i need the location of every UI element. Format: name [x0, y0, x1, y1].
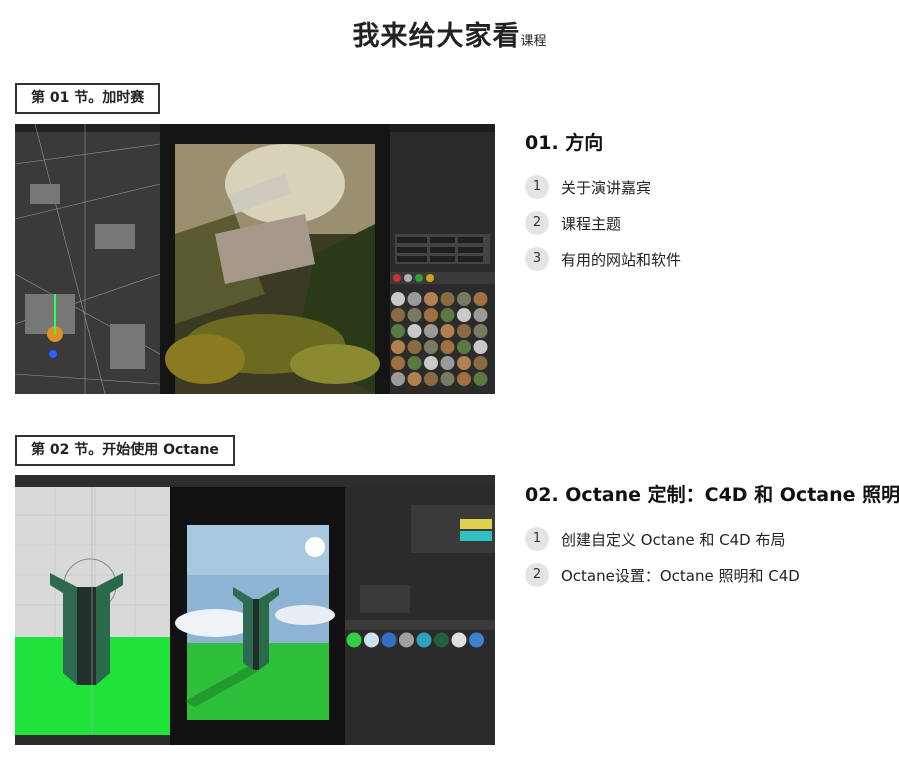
material-ball-thumbnail: [440, 324, 455, 338]
material-ball-thumbnail: [457, 356, 471, 370]
page-title-sub: 课程: [520, 34, 547, 49]
material-ball-thumbnail: [469, 632, 484, 648]
section-02-info: 02. Octane 定制：C4D 和 Octane 照明 1 创建自定义 Oc…: [525, 480, 899, 593]
material-ball-thumbnail: [424, 308, 438, 322]
list-item: 3 有用的网站和软件: [525, 241, 885, 277]
item-label: 有用的网站和软件: [561, 250, 682, 269]
material-ball-thumbnail: [457, 324, 471, 338]
material-ball-thumbnail: [391, 324, 405, 338]
material-ball-thumbnail: [440, 340, 455, 354]
material-ball-thumbnail: [457, 340, 471, 354]
material-ball-thumbnail: [407, 356, 422, 370]
material-ball-thumbnail: [407, 372, 422, 386]
item-number-badge: 1: [525, 175, 549, 199]
material-ball-thumbnail: [457, 308, 471, 322]
item-label: Octane设置：Octane 照明和 C4D: [561, 566, 800, 585]
item-label: 创建自定义 Octane 和 C4D 布局: [561, 530, 786, 549]
section-tag-02: 第 02 节。开始使用 Octane: [15, 435, 235, 466]
material-ball-thumbnail: [407, 292, 422, 306]
item-label: 关于演讲嘉宾: [561, 178, 652, 197]
item-label: 课程主题: [561, 214, 622, 233]
item-number-badge: 2: [525, 211, 549, 235]
material-ball-thumbnail: [424, 324, 438, 338]
section-01-screenshot: [15, 124, 495, 394]
material-ball-thumbnail: [391, 356, 405, 370]
material-ball-thumbnail: [473, 356, 488, 370]
material-ball-thumbnail: [457, 372, 471, 386]
item-number-badge: 2: [525, 563, 549, 587]
material-ball-thumbnail: [391, 308, 405, 322]
material-ball-thumbnail: [473, 324, 488, 338]
list-item: 1 创建自定义 Octane 和 C4D 布局: [525, 521, 885, 557]
material-ball-thumbnail: [473, 308, 488, 322]
material-ball-thumbnail: [391, 292, 405, 306]
material-ball-thumbnail: [407, 340, 422, 354]
section-01-heading: 01. 方向: [525, 132, 604, 154]
material-ball-thumbnail: [407, 308, 422, 322]
section-02-screenshot: [15, 475, 495, 745]
material-ball-thumbnail: [440, 356, 455, 370]
material-ball-thumbnail: [381, 632, 397, 648]
material-ball-thumbnail: [346, 632, 362, 648]
material-ball-thumbnail: [451, 632, 467, 648]
material-ball-thumbnail: [424, 292, 438, 306]
section-tag-01: 第 01 节。加时赛: [15, 83, 161, 114]
material-ball-thumbnail: [424, 340, 438, 354]
item-number-badge: 1: [525, 527, 549, 551]
item-number-badge: 3: [525, 247, 549, 271]
page-title-main: 我来给大家看: [352, 21, 521, 52]
page-title: 我来给大家看课程: [0, 14, 899, 53]
material-ball-thumbnail: [391, 372, 405, 386]
material-ball-thumbnail: [391, 340, 405, 354]
material-ball-thumbnail: [416, 632, 432, 648]
section-01-list: 1 关于演讲嘉宾 2 课程主题 3 有用的网站和软件: [525, 169, 885, 277]
material-ball-thumbnail: [473, 292, 488, 306]
material-ball-thumbnail: [440, 292, 455, 306]
section-02-heading: 02. Octane 定制：C4D 和 Octane 照明: [525, 484, 899, 506]
material-ball-thumbnail: [407, 324, 422, 338]
section-02-list: 1 创建自定义 Octane 和 C4D 布局 2 Octane设置：Octan…: [525, 521, 885, 593]
material-ball-thumbnail: [457, 292, 471, 306]
list-item: 2 课程主题: [525, 205, 885, 241]
material-ball-thumbnail: [473, 372, 488, 386]
list-item: 2 Octane设置：Octane 照明和 C4D: [525, 557, 885, 593]
section-01-info: 01. 方向 1 关于演讲嘉宾 2 课程主题 3 有用的网站和软件: [525, 128, 885, 277]
material-ball-thumbnail: [473, 340, 488, 354]
material-ball-thumbnail: [440, 372, 455, 386]
material-ball-thumbnail: [424, 372, 438, 386]
list-item: 1 关于演讲嘉宾: [525, 169, 885, 205]
material-ball-thumbnail: [364, 632, 379, 648]
material-ball-thumbnail: [399, 632, 414, 648]
material-ball-thumbnail: [440, 308, 455, 322]
material-ball-thumbnail: [434, 632, 449, 648]
material-ball-thumbnail: [424, 356, 438, 370]
